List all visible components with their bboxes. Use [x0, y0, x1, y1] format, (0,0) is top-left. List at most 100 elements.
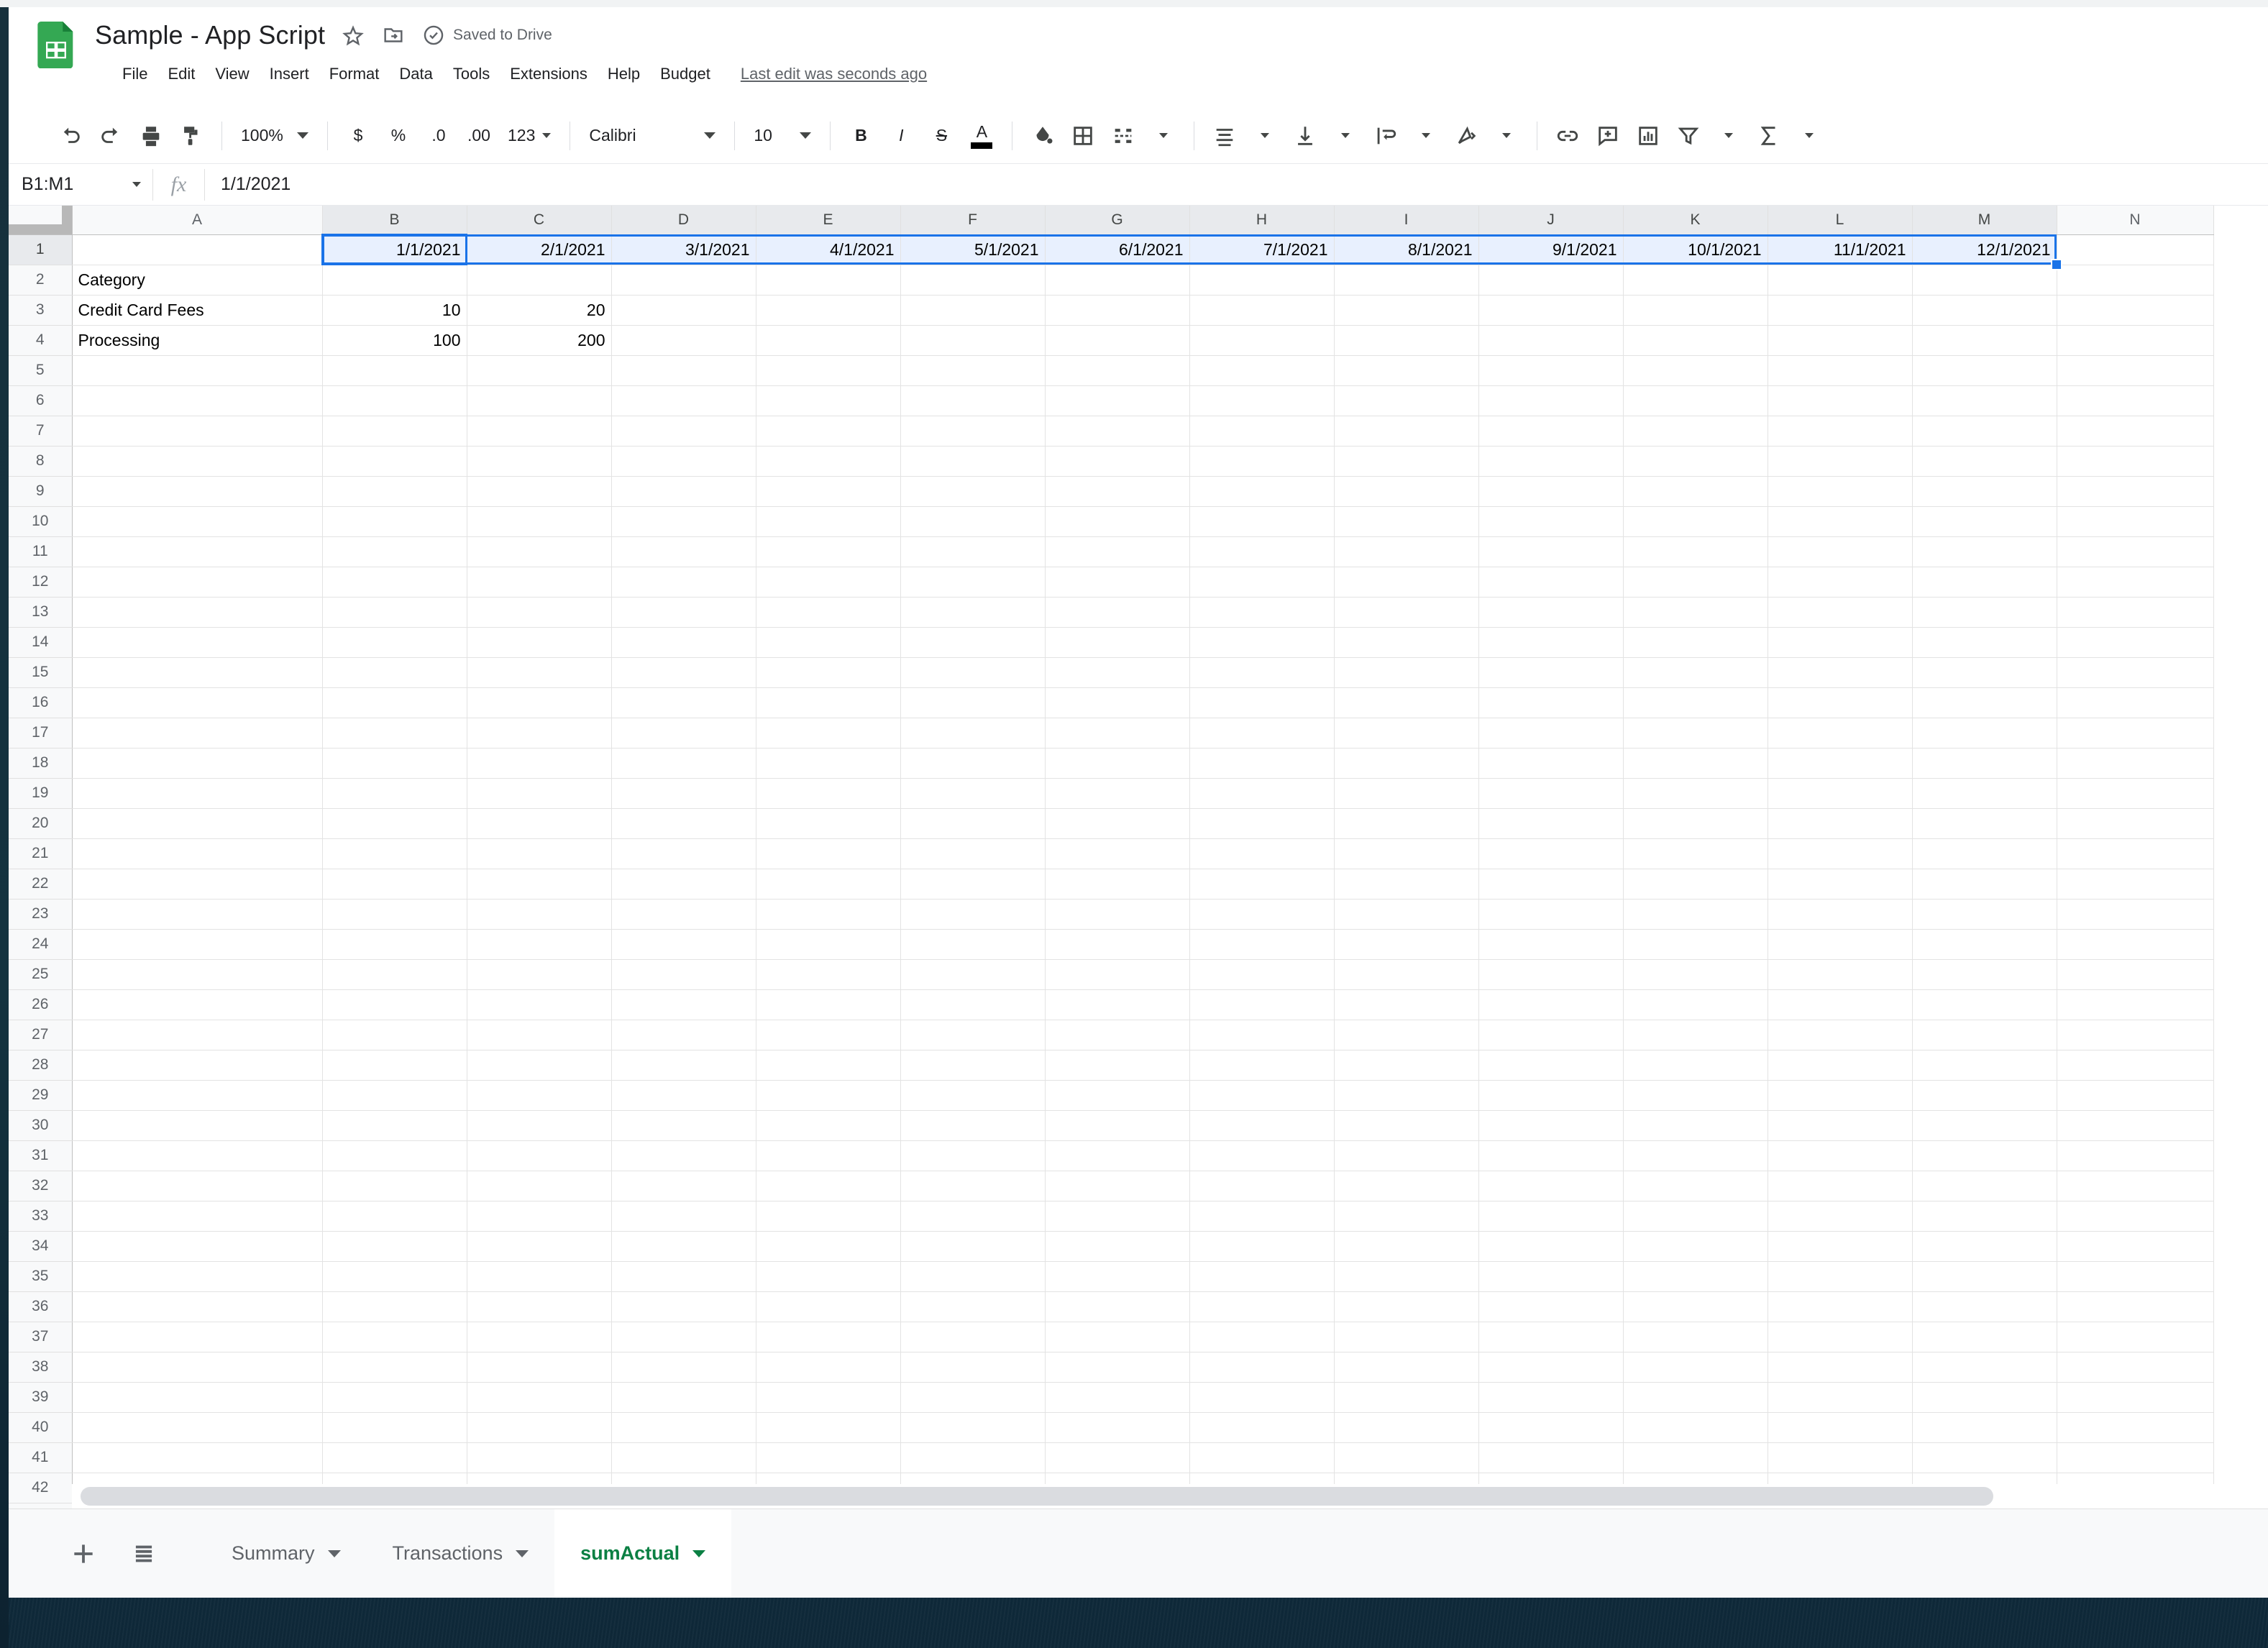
cell-B23[interactable] — [322, 899, 467, 929]
cell-I13[interactable] — [1334, 597, 1478, 627]
cell-H26[interactable] — [1189, 989, 1334, 1020]
cell-B36[interactable] — [322, 1291, 467, 1322]
cell-E22[interactable] — [756, 869, 900, 899]
cell-I24[interactable] — [1334, 929, 1478, 959]
cell-H1[interactable]: 7/1/2021 — [1189, 234, 1334, 265]
cell-D19[interactable] — [611, 778, 756, 808]
cell-L21[interactable] — [1768, 838, 1912, 869]
cell-A5[interactable] — [72, 355, 322, 385]
cell-L11[interactable] — [1768, 536, 1912, 567]
cell-D24[interactable] — [611, 929, 756, 959]
row-header-21[interactable]: 21 — [9, 838, 72, 869]
cell-G13[interactable] — [1045, 597, 1189, 627]
cell-G12[interactable] — [1045, 567, 1189, 597]
cell-D14[interactable] — [611, 627, 756, 657]
vertical-align-icon[interactable] — [1285, 116, 1325, 156]
cell-J17[interactable] — [1478, 718, 1623, 748]
row-header-26[interactable]: 26 — [9, 989, 72, 1020]
cell-M16[interactable] — [1912, 687, 2057, 718]
cell-E39[interactable] — [756, 1382, 900, 1412]
select-all-corner[interactable] — [9, 206, 72, 234]
cell-K11[interactable] — [1623, 536, 1768, 567]
cell-E20[interactable] — [756, 808, 900, 838]
increase-decimal-button[interactable]: .00 — [459, 116, 499, 156]
cell-L20[interactable] — [1768, 808, 1912, 838]
row-header-38[interactable]: 38 — [9, 1352, 72, 1382]
cell-H15[interactable] — [1189, 657, 1334, 687]
cell-A20[interactable] — [72, 808, 322, 838]
name-box[interactable]: B1:M1 — [9, 164, 152, 205]
cell-B15[interactable] — [322, 657, 467, 687]
cell-J33[interactable] — [1478, 1201, 1623, 1231]
text-rotation-dropdown[interactable] — [1486, 116, 1527, 156]
insert-chart-icon[interactable] — [1628, 116, 1668, 156]
cell-N25[interactable] — [2057, 959, 2213, 989]
row-header-36[interactable]: 36 — [9, 1291, 72, 1322]
cell-F39[interactable] — [900, 1382, 1045, 1412]
cell-J15[interactable] — [1478, 657, 1623, 687]
row-header-7[interactable]: 7 — [9, 416, 72, 446]
cell-I27[interactable] — [1334, 1020, 1478, 1050]
cell-C26[interactable] — [467, 989, 611, 1020]
cell-H13[interactable] — [1189, 597, 1334, 627]
cell-K14[interactable] — [1623, 627, 1768, 657]
cell-J39[interactable] — [1478, 1382, 1623, 1412]
cell-M23[interactable] — [1912, 899, 2057, 929]
cell-L32[interactable] — [1768, 1171, 1912, 1201]
cell-F7[interactable] — [900, 416, 1045, 446]
cell-J12[interactable] — [1478, 567, 1623, 597]
cell-L31[interactable] — [1768, 1140, 1912, 1171]
cell-B35[interactable] — [322, 1261, 467, 1291]
cell-K20[interactable] — [1623, 808, 1768, 838]
cell-F15[interactable] — [900, 657, 1045, 687]
cell-G24[interactable] — [1045, 929, 1189, 959]
cell-J10[interactable] — [1478, 506, 1623, 536]
cell-K7[interactable] — [1623, 416, 1768, 446]
cell-N39[interactable] — [2057, 1382, 2213, 1412]
cell-N5[interactable] — [2057, 355, 2213, 385]
cell-C21[interactable] — [467, 838, 611, 869]
cell-K16[interactable] — [1623, 687, 1768, 718]
row-header-25[interactable]: 25 — [9, 959, 72, 989]
cell-N17[interactable] — [2057, 718, 2213, 748]
currency-format-button[interactable]: $ — [338, 116, 378, 156]
cell-N29[interactable] — [2057, 1080, 2213, 1110]
row-header-24[interactable]: 24 — [9, 929, 72, 959]
cell-H38[interactable] — [1189, 1352, 1334, 1382]
cell-I19[interactable] — [1334, 778, 1478, 808]
cell-D39[interactable] — [611, 1382, 756, 1412]
cell-J38[interactable] — [1478, 1352, 1623, 1382]
cell-I38[interactable] — [1334, 1352, 1478, 1382]
cell-L39[interactable] — [1768, 1382, 1912, 1412]
cell-C8[interactable] — [467, 446, 611, 476]
cell-B2[interactable] — [322, 265, 467, 295]
cell-A37[interactable] — [72, 1322, 322, 1352]
cell-M6[interactable] — [1912, 385, 2057, 416]
cell-E40[interactable] — [756, 1412, 900, 1442]
cell-K4[interactable] — [1623, 325, 1768, 355]
cell-B24[interactable] — [322, 929, 467, 959]
cell-E37[interactable] — [756, 1322, 900, 1352]
paint-format-icon[interactable] — [171, 116, 211, 156]
cell-F16[interactable] — [900, 687, 1045, 718]
cell-N31[interactable] — [2057, 1140, 2213, 1171]
sheet-tab-transactions[interactable]: Transactions — [367, 1509, 555, 1598]
cell-M21[interactable] — [1912, 838, 2057, 869]
cell-B19[interactable] — [322, 778, 467, 808]
cell-H35[interactable] — [1189, 1261, 1334, 1291]
cell-J37[interactable] — [1478, 1322, 1623, 1352]
cell-F19[interactable] — [900, 778, 1045, 808]
cell-C10[interactable] — [467, 506, 611, 536]
cell-B11[interactable] — [322, 536, 467, 567]
cell-B32[interactable] — [322, 1171, 467, 1201]
cell-B37[interactable] — [322, 1322, 467, 1352]
cell-M30[interactable] — [1912, 1110, 2057, 1140]
column-header-e[interactable]: E — [756, 206, 900, 234]
cell-D4[interactable] — [611, 325, 756, 355]
cell-M17[interactable] — [1912, 718, 2057, 748]
cell-I11[interactable] — [1334, 536, 1478, 567]
cell-I23[interactable] — [1334, 899, 1478, 929]
cell-F32[interactable] — [900, 1171, 1045, 1201]
cell-F22[interactable] — [900, 869, 1045, 899]
column-header-d[interactable]: D — [611, 206, 756, 234]
